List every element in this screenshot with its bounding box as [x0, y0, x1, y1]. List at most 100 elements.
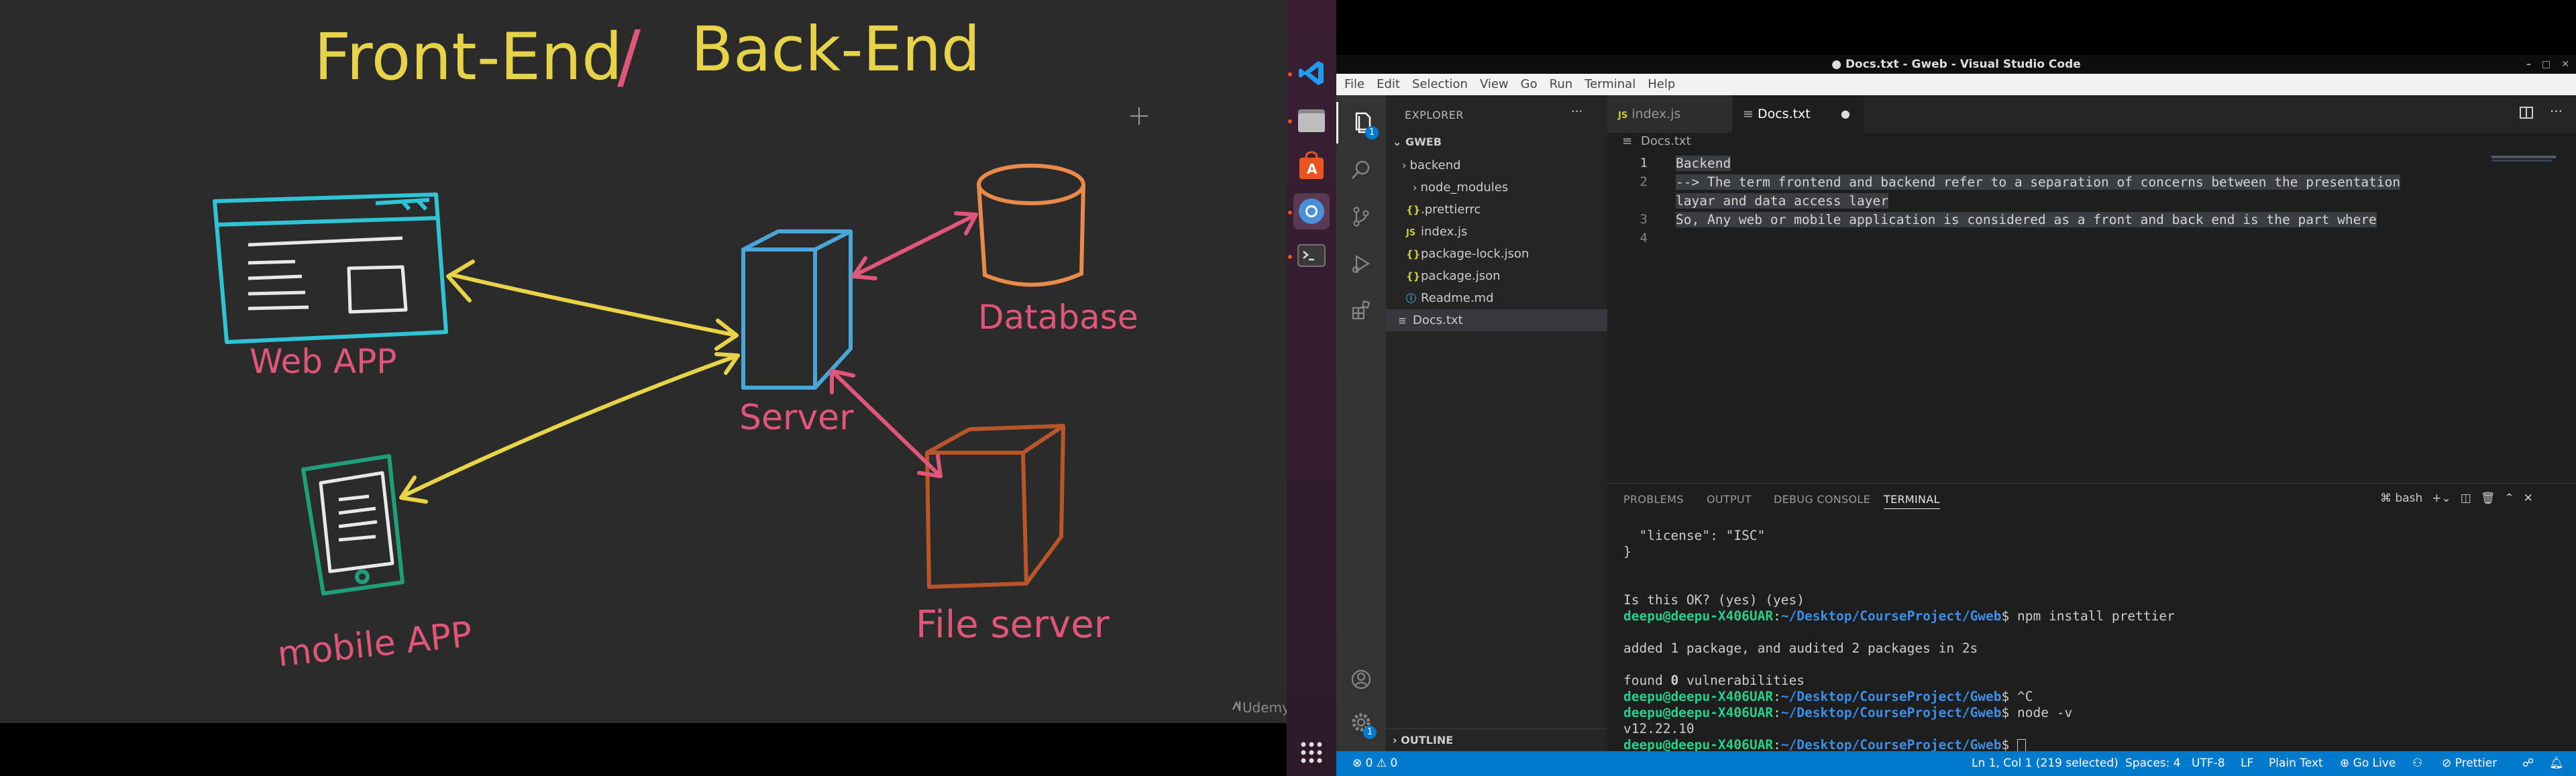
maximize-icon[interactable]: □	[2542, 59, 2551, 70]
title-separator: /	[617, 15, 641, 97]
workspace-root[interactable]: ⌄ GWEB	[1393, 135, 1442, 148]
encoding-status[interactable]: UTF-8	[2192, 751, 2225, 776]
tree-item-package-lock[interactable]: {}package-lock.json	[1386, 243, 1607, 265]
code-line[interactable]: So, Any web or mobile application is con…	[1676, 212, 2377, 227]
explorer-activity[interactable]: 1	[1336, 102, 1386, 144]
tree-item-docs-txt[interactable]: ≡ Docs.txt	[1386, 309, 1607, 331]
source-control-icon	[1353, 207, 1369, 227]
cursor-position-status[interactable]: Ln 1, Col 1 (219 selected)	[1972, 751, 2118, 776]
problems-status[interactable]: ⊗ 0 ⚠ 0	[1352, 751, 1397, 776]
title-bar[interactable]: ● Docs.txt - Gweb - Visual Studio Code –…	[1336, 55, 2576, 74]
chevron-right-icon: ›	[1402, 159, 1410, 172]
terminal-line: "license": "ISC"	[1623, 528, 1766, 543]
source-control-activity[interactable]	[1336, 196, 1386, 237]
tree-item-backend[interactable]: › backend	[1386, 154, 1607, 176]
status-bar: ⊗ 0 ⚠ 0 Ln 1, Col 1 (219 selected) Space…	[1336, 751, 2576, 776]
svg-text:A: A	[1307, 161, 1318, 177]
software-store-icon[interactable]: A	[1293, 148, 1330, 184]
manage-activity[interactable]: 1	[1336, 702, 1386, 743]
tree-item-index-js[interactable]: JS index.js	[1386, 221, 1607, 243]
info-file-icon: ⓘ	[1406, 292, 1417, 304]
minimap[interactable]	[2489, 153, 2556, 193]
sync-icon[interactable]: ⚇	[2412, 751, 2422, 776]
breadcrumb[interactable]: ≡ Docs.txt	[1607, 133, 2576, 153]
terminal-line: deepu@deepu-X406UAR:~/Desktop/CourseProj…	[1623, 705, 2073, 720]
video-letterbox	[0, 723, 1287, 776]
more-actions-icon[interactable]: ···	[2550, 103, 2563, 119]
menu-go[interactable]: Go	[1515, 74, 1544, 95]
search-icon	[1352, 160, 1370, 179]
show-apps-icon[interactable]	[1293, 734, 1330, 771]
ubuntu-dock: A	[1287, 0, 1336, 776]
file-server-label: File server	[916, 603, 1110, 647]
new-terminal-icon[interactable]: +⌄	[2432, 492, 2451, 505]
chromium-icon[interactable]	[1293, 193, 1330, 229]
chevron-right-icon: ›	[1413, 181, 1421, 194]
terminal-icon[interactable]	[1293, 237, 1330, 274]
tab-debug-console[interactable]: DEBUG CONSOLE	[1774, 493, 1870, 506]
text-file-icon: ≡	[1398, 315, 1407, 327]
video-player[interactable]: Front-End / Back-End Web APP Server Data…	[0, 0, 1287, 723]
run-debug-activity[interactable]	[1336, 243, 1386, 284]
activity-bar: 1 1	[1336, 95, 1386, 751]
js-file-icon: JS	[1406, 228, 1416, 238]
vscode-icon[interactable]	[1293, 55, 1330, 91]
arrows	[399, 211, 978, 504]
broadcast-icon: ⊕	[2340, 757, 2353, 770]
more-actions-icon[interactable]: ···	[1571, 105, 1582, 119]
file-server-drawing	[925, 424, 1065, 589]
settings-badge: 1	[1363, 726, 1377, 739]
menu-file[interactable]: File	[1338, 74, 1371, 95]
language-mode-status[interactable]: Plain Text	[2269, 751, 2323, 776]
code-line[interactable]: Backend	[1676, 156, 1731, 171]
tab-problems[interactable]: PROBLEMS	[1623, 493, 1684, 506]
terminal-line: v12.22.10	[1623, 721, 1695, 736]
terminal-shell-selector[interactable]: ⌘ bash	[2380, 492, 2422, 505]
split-editor-icon[interactable]	[2518, 105, 2534, 123]
tree-item-package-json[interactable]: {}package.json	[1386, 265, 1607, 287]
indentation-status[interactable]: Spaces: 4	[2125, 751, 2181, 776]
menu-help[interactable]: Help	[1642, 74, 1681, 95]
explorer-header: EXPLORER	[1405, 109, 1464, 121]
accounts-activity[interactable]	[1336, 659, 1386, 700]
minimize-icon[interactable]: –	[2526, 59, 2531, 70]
extensions-activity[interactable]	[1336, 290, 1386, 331]
search-activity[interactable]	[1336, 149, 1386, 190]
split-terminal-icon[interactable]: ◫	[2461, 492, 2471, 505]
feedback-icon[interactable]: ☍	[2522, 751, 2534, 776]
files-icon[interactable]	[1293, 102, 1330, 138]
go-live-status[interactable]: ⊕ Go Live	[2340, 751, 2396, 776]
unsaved-dot-icon[interactable]: ●	[1841, 95, 1850, 133]
menu-edit[interactable]: Edit	[1371, 74, 1406, 95]
maximize-panel-icon[interactable]: ⌃	[2504, 492, 2514, 505]
tree-item-prettierrc[interactable]: {}.prettierrc	[1386, 199, 1607, 221]
menu-view[interactable]: View	[1474, 74, 1515, 95]
tab-terminal[interactable]: TERMINAL	[1884, 493, 1940, 509]
extensions-icon	[1352, 300, 1371, 320]
terminal-line: added 1 package, and audited 2 packages …	[1623, 641, 1978, 656]
code-line[interactable]: --> The term frontend and backend refer …	[1676, 174, 2401, 190]
terminal-line: }	[1623, 544, 1631, 559]
menu-selection[interactable]: Selection	[1406, 74, 1474, 95]
line-number: 2	[1640, 174, 1648, 189]
line-number: 4	[1640, 231, 1648, 245]
prettier-status[interactable]: ⊘ Prettier	[2442, 751, 2497, 776]
menu-run[interactable]: Run	[1544, 74, 1579, 95]
outline-section[interactable]: › OUTLINE	[1393, 734, 1453, 746]
kill-terminal-icon[interactable]: 🗑	[2481, 492, 2496, 505]
close-icon[interactable]: ✕	[2561, 59, 2569, 70]
tree-item-readme[interactable]: ⓘ Readme.md	[1386, 287, 1607, 309]
tree-item-node-modules[interactable]: › node_modules	[1386, 176, 1607, 199]
text-file-icon: ≡	[1743, 107, 1754, 121]
tab-docs-txt[interactable]: ≡ Docs.txt ●	[1732, 95, 1864, 133]
divider	[1386, 728, 1607, 729]
json-file-icon: {}	[1406, 248, 1421, 260]
menu-terminal[interactable]: Terminal	[1578, 74, 1642, 95]
eol-status[interactable]: LF	[2241, 751, 2253, 776]
terminal-prompt[interactable]: deepu@deepu-X406UAR:~/Desktop/CourseProj…	[1623, 737, 2027, 753]
code-line[interactable]: layar and data access layer	[1676, 193, 1888, 209]
notifications-bell-icon[interactable]: 🔔︎	[2549, 751, 2564, 776]
tab-output[interactable]: OUTPUT	[1707, 493, 1752, 506]
tab-index-js[interactable]: JS index.js	[1607, 95, 1732, 133]
close-panel-icon[interactable]: ✕	[2524, 492, 2533, 505]
